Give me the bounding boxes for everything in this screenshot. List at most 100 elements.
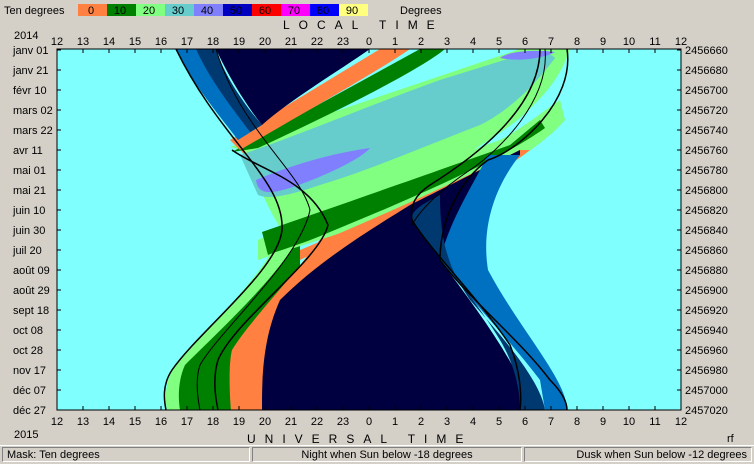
y-tick-label-left: nov 17	[13, 365, 46, 377]
legend-color-bar: 0 10 20 30 40 50 60 70 80 90	[78, 4, 368, 17]
legend-tick-label: 50	[230, 5, 242, 17]
legend-tick-label: 30	[172, 5, 184, 17]
legend-tick-label: 20	[143, 5, 155, 17]
x-tick-label-bottom: 1	[392, 416, 398, 428]
y-tick-label-right: 2456980	[685, 365, 728, 377]
x-tick-label-bottom: 3	[444, 416, 450, 428]
y-tick-label-right: 2456820	[685, 205, 728, 217]
y-axis-right-labels: 2456660 2456680 2456700 2456720 2456740 24567…	[685, 45, 728, 417]
x-tick-label-bottom: 6	[522, 416, 528, 428]
y-tick-label-left: août 29	[13, 285, 50, 297]
y-tick-label-right: 2456660	[685, 45, 728, 57]
y-tick-label-right: 2456760	[685, 145, 728, 157]
x-tick-label-top: 5	[496, 36, 502, 48]
x-tick-label-top: 19	[233, 36, 245, 48]
x-tick-label-top: 13	[77, 36, 89, 48]
y-tick-label-left: déc 07	[13, 385, 46, 397]
x-tick-label-bottom: 22	[311, 416, 323, 428]
y-tick-label-right: 2457020	[685, 405, 728, 417]
x-tick-label-bottom: 19	[233, 416, 245, 428]
x-tick-label-bottom: 21	[285, 416, 297, 428]
legend-title: Ten degrees	[4, 5, 65, 17]
x-tick-label-top: 15	[129, 36, 141, 48]
x-tick-label-top: 2	[418, 36, 424, 48]
x-tick-label-top: 12	[51, 36, 63, 48]
x-tick-label-bottom: 23	[337, 416, 349, 428]
x-tick-label-bottom: 16	[155, 416, 167, 428]
y-tick-label-left: oct 28	[13, 345, 43, 357]
legend-tick-label: 80	[317, 5, 329, 17]
x-tick-label-top: 14	[103, 36, 115, 48]
x-tick-label-bottom: 13	[77, 416, 89, 428]
y-tick-label-left: janv 21	[12, 65, 48, 77]
x-tick-label-bottom: 12	[51, 416, 63, 428]
y-tick-label-left: juin 10	[12, 205, 45, 217]
status-mask: Mask: Ten degrees	[2, 447, 250, 462]
legend-tick-label: 90	[346, 5, 358, 17]
y-tick-label-right: 2456800	[685, 185, 728, 197]
y-tick-label-left: janv 01	[12, 45, 48, 57]
x-tick-label-bottom: 10	[623, 416, 635, 428]
x-tick-label-bottom: 18	[207, 416, 219, 428]
y-tick-label-left: mars 22	[13, 125, 53, 137]
x-tick-label-top: 23	[337, 36, 349, 48]
y-tick-label-left: mars 02	[13, 105, 53, 117]
legend-tick-label: 0	[88, 5, 94, 17]
y-tick-label-right: 2456720	[685, 105, 728, 117]
x-tick-label-top: 10	[623, 36, 635, 48]
y-tick-label-left: févr 10	[13, 85, 47, 97]
y-tick-label-right: 2456840	[685, 225, 728, 237]
y-tick-label-right: 2456700	[685, 85, 728, 97]
x-tick-label-top: 16	[155, 36, 167, 48]
universal-time-title: UNIVERSAL TIME	[247, 432, 472, 445]
x-tick-label-bottom: 2	[418, 416, 424, 428]
x-tick-label-top: 17	[181, 36, 193, 48]
legend-tick-label: 70	[288, 5, 300, 17]
y-tick-label-right: 2456860	[685, 245, 728, 257]
y-tick-label-left: avr 11	[13, 145, 43, 157]
y-axis-left-labels: janv 01 janv 21 févr 10 mars 02 mars 22 avr 1…	[12, 45, 53, 417]
x-tick-label-top: 8	[574, 36, 580, 48]
legend-tick-label: 60	[259, 5, 271, 17]
y-tick-label-right: 2456920	[685, 305, 728, 317]
y-tick-label-left: sept 18	[13, 305, 49, 317]
y-tick-label-left: mai 21	[13, 185, 46, 197]
x-tick-label-top: 6	[522, 36, 528, 48]
y-tick-label-left: mai 01	[13, 165, 46, 177]
y-tick-label-left: déc 27	[13, 405, 46, 417]
status-dusk: Dusk when Sun below -12 degrees	[524, 447, 752, 462]
x-tick-label-top: 11	[649, 36, 660, 48]
x-tick-label-bottom: 9	[600, 416, 606, 428]
y-tick-label-left: juin 30	[12, 225, 45, 237]
corner-flag: rf	[727, 433, 735, 445]
x-tick-label-bottom: 7	[548, 416, 554, 428]
y-tick-label-left: oct 08	[13, 325, 43, 337]
chart: Ten degrees 0 10 20 30 40 50 60 70 80 90 Degrees …	[4, 4, 735, 445]
y-tick-label-right: 2457000	[685, 385, 728, 397]
y-tick-label-left: août 09	[13, 265, 50, 277]
x-tick-label-bottom: 12	[675, 416, 687, 428]
legend-unit: Degrees	[400, 5, 442, 17]
x-tick-label-top: 3	[444, 36, 450, 48]
x-tick-label-top: 9	[600, 36, 606, 48]
y-tick-label-right: 2456940	[685, 325, 728, 337]
x-tick-label-bottom: 8	[574, 416, 580, 428]
local-time-title: LOCAL TIME	[283, 18, 444, 32]
year-start: 2014	[14, 30, 38, 42]
legend-tick-label: 10	[114, 5, 126, 17]
y-tick-label-left: juil 20	[12, 245, 42, 257]
x-tick-label-top: 18	[207, 36, 219, 48]
x-tick-label-bottom: 17	[181, 416, 193, 428]
x-tick-label-bottom: 0	[366, 416, 372, 428]
status-night: Night when Sun below -18 degrees	[252, 447, 522, 462]
y-tick-label-right: 2456960	[685, 345, 728, 357]
status-bar: Mask: Ten degrees Night when Sun below -…	[0, 445, 754, 464]
y-tick-label-right: 2456880	[685, 265, 728, 277]
x-tick-label-top: 22	[311, 36, 323, 48]
legend-tick-label: 40	[201, 5, 213, 17]
x-tick-label-top: 20	[259, 36, 271, 48]
y-tick-label-right: 2456780	[685, 165, 728, 177]
x-tick-label-top: 21	[285, 36, 297, 48]
x-tick-label-top: 7	[548, 36, 554, 48]
x-tick-label-bottom: 15	[129, 416, 141, 428]
